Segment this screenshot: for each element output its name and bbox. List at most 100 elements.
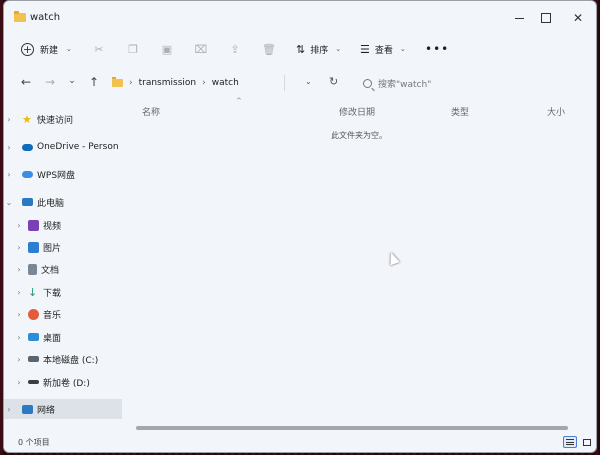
- sidebar-item-desktop[interactable]: › 桌面: [4, 327, 122, 347]
- paste-button[interactable]: ▣: [159, 39, 175, 59]
- rename-icon: ⌧: [194, 42, 208, 56]
- sidebar-item-quick-access[interactable]: › ★ 快速访问: [4, 109, 122, 129]
- desktop-icon: [28, 333, 39, 341]
- search-box[interactable]: 搜索"watch": [359, 73, 589, 93]
- refresh-button[interactable]: ↻: [329, 75, 338, 88]
- sort-button[interactable]: ⇅ 排序 ⌄: [296, 39, 341, 59]
- minimize-button[interactable]: [509, 9, 529, 27]
- sort-label: 排序: [310, 45, 329, 56]
- sidebar-item-label: 视频: [43, 221, 62, 232]
- expand-chevron-icon[interactable]: ›: [14, 288, 24, 297]
- wps-cloud-icon: [22, 170, 33, 178]
- folder-icon: [14, 11, 26, 22]
- item-count: 0 个项目: [18, 438, 50, 447]
- video-icon: [28, 219, 39, 231]
- view-label: 查看: [374, 45, 393, 56]
- sidebar-item-label: OneDrive - Person: [37, 142, 119, 152]
- new-label: 新建: [40, 45, 59, 56]
- network-icon: [22, 404, 33, 414]
- sidebar-item-local-disk-c[interactable]: › 本地磁盘 (C:): [4, 349, 122, 369]
- folder-icon: [112, 77, 123, 87]
- more-options-button[interactable]: •••: [425, 39, 449, 59]
- copy-button[interactable]: ❐: [125, 39, 141, 59]
- sidebar-item-documents[interactable]: › 文档: [4, 259, 122, 279]
- view-icon: ☰: [360, 42, 370, 56]
- cut-button[interactable]: ✂: [91, 39, 107, 59]
- plus-icon: +: [21, 42, 34, 56]
- sidebar-item-pictures[interactable]: › 图片: [4, 237, 122, 257]
- computer-icon: [22, 198, 33, 206]
- sidebar-item-label: 桌面: [43, 333, 62, 344]
- sidebar-item-label: 下载: [43, 288, 62, 299]
- rename-button[interactable]: ⌧: [193, 39, 209, 59]
- expand-chevron-icon[interactable]: ›: [4, 143, 14, 152]
- sidebar-item-label: WPS网盘: [37, 170, 76, 181]
- recent-locations-button[interactable]: ⌄: [64, 76, 80, 86]
- expand-chevron-icon[interactable]: ›: [4, 115, 14, 124]
- sort-indicator-icon: ^: [236, 97, 242, 105]
- tiles-view-button[interactable]: [580, 436, 594, 448]
- sidebar-item-label: 新加卷 (D:): [43, 378, 90, 389]
- command-bar: + 新建 ⌄ ✂ ❐ ▣ ⌧ ⇪ 🗑 ⇅ 排序 ⌄ ☰ 查看 ⌄ •••: [4, 35, 596, 91]
- back-button[interactable]: ←: [18, 75, 34, 89]
- pictures-icon: [28, 241, 39, 253]
- expand-chevron-icon[interactable]: ›: [4, 170, 14, 179]
- window-title: watch: [30, 12, 61, 23]
- expand-chevron-icon[interactable]: ›: [14, 265, 24, 274]
- sidebar-item-label: 文档: [41, 265, 60, 276]
- expand-chevron-icon[interactable]: ›: [4, 405, 14, 414]
- delete-button[interactable]: 🗑: [261, 39, 277, 59]
- sidebar-item-network[interactable]: › 网络: [4, 399, 122, 419]
- horizontal-scrollbar[interactable]: [136, 426, 568, 430]
- close-button[interactable]: ✕: [568, 9, 588, 27]
- maximize-button[interactable]: [536, 9, 556, 27]
- sidebar-item-this-pc[interactable]: ⌄ 此电脑: [4, 192, 122, 212]
- search-placeholder: 搜索"watch": [378, 79, 432, 90]
- empty-folder-message: 此文件夹为空。: [331, 131, 387, 140]
- chevron-down-icon: ⌄: [335, 45, 342, 53]
- collapse-chevron-icon[interactable]: ⌄: [4, 198, 14, 207]
- sidebar-item-downloads[interactable]: › ↓ 下载: [4, 282, 122, 302]
- local-disk-icon: [28, 356, 39, 362]
- view-button[interactable]: ☰ 查看 ⌄: [360, 39, 406, 59]
- chevron-down-icon: ⌄: [399, 45, 406, 53]
- sidebar-item-label: 网络: [37, 405, 56, 416]
- expand-chevron-icon[interactable]: ›: [14, 221, 24, 230]
- sidebar-item-drive-d[interactable]: › 新加卷 (D:): [4, 372, 122, 392]
- paste-icon: ▣: [161, 42, 173, 56]
- expand-chevron-icon[interactable]: ›: [14, 333, 24, 342]
- column-header-name[interactable]: 名称: [142, 105, 160, 118]
- breadcrumb-transmission[interactable]: transmission: [139, 78, 197, 88]
- drive-icon: [28, 380, 39, 384]
- forward-button[interactable]: →: [42, 75, 58, 89]
- sidebar-item-label: 本地磁盘 (C:): [43, 355, 99, 366]
- tiles-view-icon: [583, 438, 591, 446]
- sidebar-item-onedrive[interactable]: › OneDrive - Person: [4, 137, 122, 157]
- new-button[interactable]: + 新建 ⌄: [21, 39, 72, 59]
- breadcrumb-watch[interactable]: watch: [212, 78, 239, 88]
- chevron-down-icon: ⌄: [66, 45, 72, 53]
- download-icon: ↓: [28, 285, 38, 299]
- navigation-pane: › ★ 快速访问 › OneDrive - Person › WPS网盘 ⌄ 此…: [4, 101, 122, 421]
- column-header-size[interactable]: 大小: [547, 105, 565, 118]
- sidebar-item-label: 此电脑: [37, 198, 65, 209]
- trash-icon: 🗑: [262, 42, 276, 56]
- share-icon: ⇪: [230, 42, 240, 56]
- breadcrumb-separator: ›: [202, 78, 206, 88]
- expand-chevron-icon[interactable]: ›: [14, 310, 24, 319]
- column-header-type[interactable]: 类型: [451, 105, 469, 118]
- title-bar[interactable]: watch ✕: [4, 1, 596, 33]
- sidebar-item-videos[interactable]: › 视频: [4, 215, 122, 235]
- expand-chevron-icon[interactable]: ›: [14, 243, 24, 252]
- expand-chevron-icon[interactable]: ›: [14, 355, 24, 364]
- address-bar[interactable]: › transmission › watch: [112, 73, 326, 93]
- details-view-button[interactable]: [563, 436, 577, 448]
- sidebar-item-wps-cloud[interactable]: › WPS网盘: [4, 164, 122, 184]
- share-button[interactable]: ⇪: [227, 39, 243, 59]
- up-button[interactable]: ↑: [86, 75, 102, 89]
- column-header-modified[interactable]: 修改日期: [339, 105, 375, 118]
- address-history-dropdown[interactable]: ⌄: [305, 77, 312, 86]
- expand-chevron-icon[interactable]: ›: [14, 378, 24, 387]
- sidebar-item-music[interactable]: › 音乐: [4, 304, 122, 324]
- mouse-cursor-icon: [386, 250, 400, 266]
